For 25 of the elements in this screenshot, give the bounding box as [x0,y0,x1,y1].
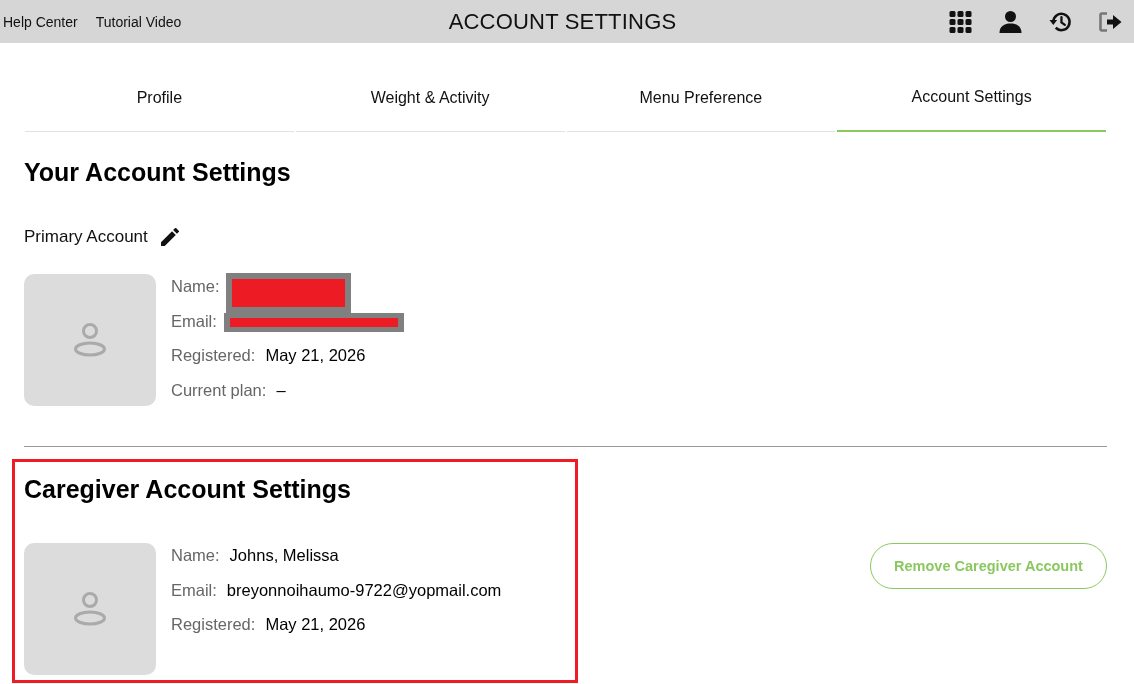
field-value: Johns, Melissa [229,545,339,566]
field-label: Registered: [171,345,256,366]
field-label: Registered: [171,614,256,635]
section-heading: Caregiver Account Settings [24,474,351,505]
field-value: May 21, 2026 [265,345,366,366]
section-heading: Your Account Settings [24,157,291,188]
top-bar-link[interactable]: Tutorial Video [95,13,182,30]
page-title: ACCOUNT SETTINGS [448,8,677,35]
field-label: Email: [171,579,217,601]
person-icon [73,323,107,357]
apps-grid-icon[interactable] [949,10,972,33]
field-value: – [276,379,286,401]
top-bar-link[interactable]: Help Center [3,13,78,30]
person-icon [73,592,107,626]
field-label: Name: [171,276,220,297]
subheading: Primary Account [24,226,148,248]
field-label: Current plan: [171,379,267,401]
user-icon[interactable] [999,10,1022,33]
pencil-icon[interactable] [160,228,179,246]
logout-icon[interactable] [1099,10,1122,33]
field-value: May 21, 2026 [265,614,366,635]
field-label: Email: [171,310,217,332]
history-icon[interactable] [1049,10,1072,33]
field-label: Name: [171,545,220,566]
field-value: breyonnoihaumo-9722@yopmail.com [226,579,502,601]
